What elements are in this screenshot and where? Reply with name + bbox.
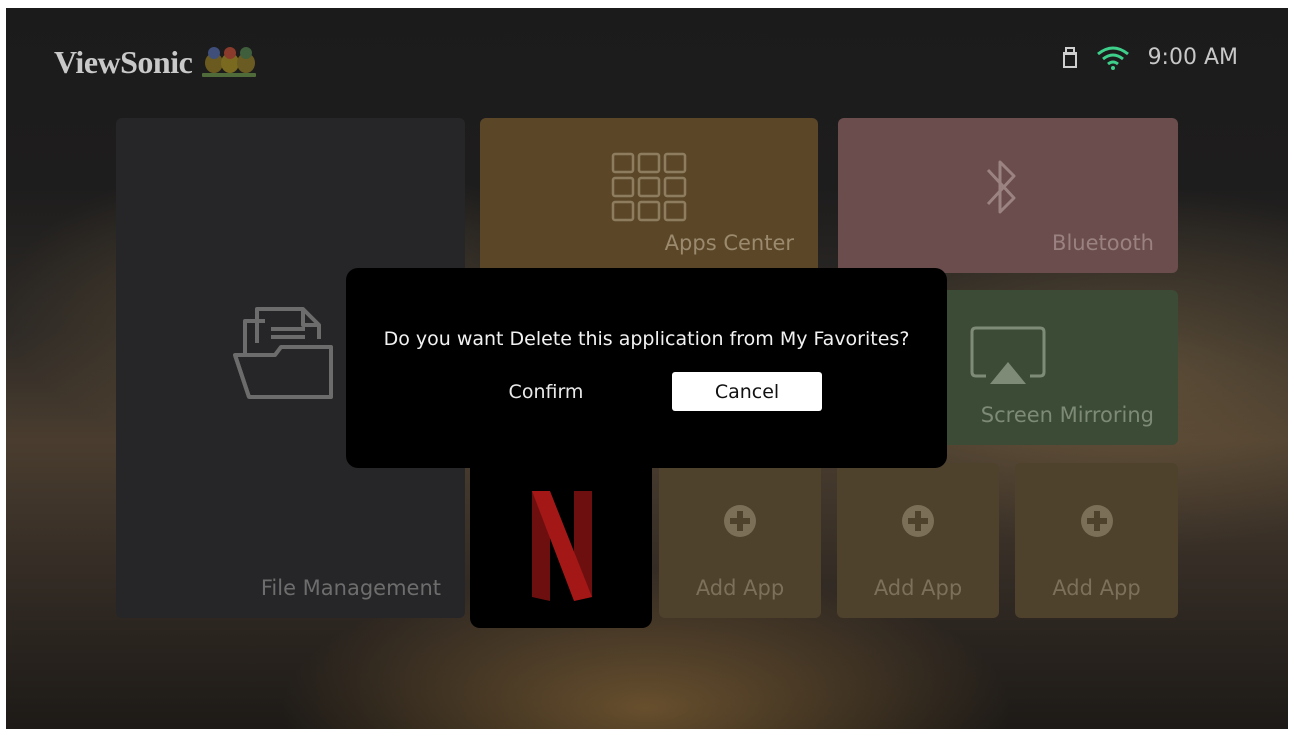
add-app-label: Add App <box>1052 576 1141 600</box>
bluetooth-label: Bluetooth <box>1052 231 1154 255</box>
apps-center-tile[interactable]: Apps Center <box>480 118 818 273</box>
wifi-icon <box>1096 46 1129 70</box>
apps-center-label: Apps Center <box>664 231 794 255</box>
status-bar: 9:00 AM <box>1062 45 1238 70</box>
add-circle-icon <box>1080 505 1113 537</box>
folder-icon <box>233 307 333 399</box>
screen-mirroring-label: Screen Mirroring <box>980 403 1154 427</box>
add-app-tile[interactable]: Add App <box>1015 463 1178 618</box>
add-app-label: Add App <box>873 576 963 600</box>
add-app-tile[interactable]: Add App <box>659 463 821 618</box>
netflix-logo-icon <box>532 491 592 601</box>
add-app-tile[interactable]: Add App <box>837 463 999 618</box>
clock: 9:00 AM <box>1147 45 1238 70</box>
add-circle-icon <box>724 505 756 537</box>
birds-logo-icon <box>202 47 257 77</box>
brand-name: ViewSonic <box>54 43 193 80</box>
delete-favorite-dialog: Do you want Delete this application from… <box>346 268 947 468</box>
file-management-label: File Management <box>260 576 441 600</box>
confirm-button[interactable]: Confirm <box>471 372 621 411</box>
screen-mirroring-icon <box>970 326 1046 384</box>
add-app-label: Add App <box>695 576 785 600</box>
netflix-tile[interactable] <box>470 453 652 628</box>
viewsonic-logo: ViewSonic <box>54 43 258 81</box>
usb-icon <box>1062 46 1077 68</box>
apps-grid-icon <box>611 152 687 222</box>
bluetooth-tile[interactable]: Bluetooth <box>838 118 1178 273</box>
dialog-message: Do you want Delete this application from… <box>383 328 910 350</box>
home-screen: ViewSonic 9:00 AM File Management Apps C… <box>6 8 1288 729</box>
cancel-button[interactable]: Cancel <box>672 372 822 411</box>
add-circle-icon <box>902 505 934 537</box>
bluetooth-icon <box>986 160 1016 214</box>
